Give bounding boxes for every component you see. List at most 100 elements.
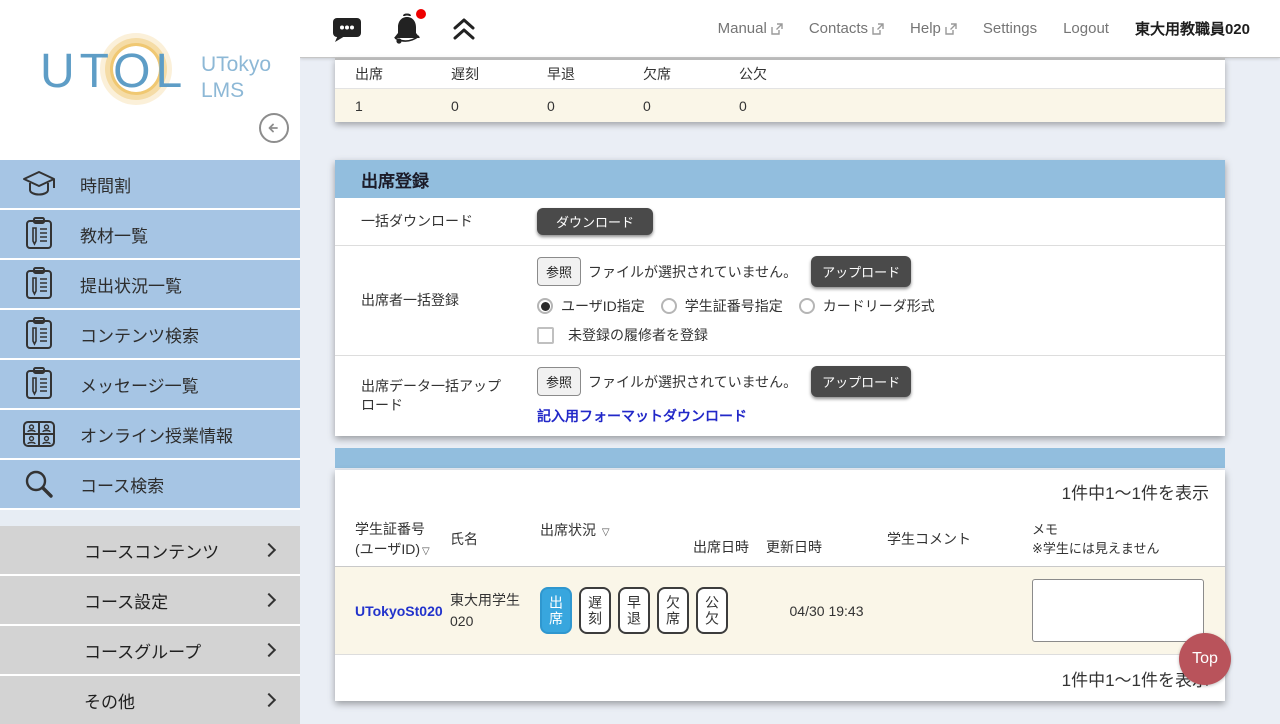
main-content: Manual Contacts Help Settings Logout 東大用… [300, 0, 1280, 720]
sidebar-item-others[interactable]: その他 [0, 676, 300, 724]
notification-bell-icon[interactable] [390, 12, 424, 46]
course-item-label: その他 [84, 688, 264, 713]
sidebar-item-label: メッセージ一覧 [80, 372, 199, 397]
sidebar-item-online-class-info[interactable]: オンライン授業情報 [0, 410, 300, 458]
sidebar-item-course-search[interactable]: コース検索 [0, 460, 300, 508]
bulk-download-label: 一括ダウンロード [335, 208, 537, 235]
column-status-label: 出席状況 ▽ [540, 521, 693, 541]
attendance-summary-table: 出席 遅刻 早退 欠席 公欠 1 0 0 0 0 [335, 58, 1225, 122]
course-item-label: コースコンテンツ [84, 538, 264, 563]
radio-user-id[interactable] [537, 298, 553, 314]
external-link-icon [771, 23, 783, 35]
data-bulk-upload-controls: 参照 ファイルが選択されていません。 アップロード 記入用フォーマットダウンロー… [537, 366, 1225, 426]
radio-student-number[interactable] [661, 298, 677, 314]
summary-header-early-leave: 早退 [527, 64, 623, 84]
sidebar: UTOL UTokyo LMS 時間割 教材一覧 提出状況一覧 コンテン [0, 0, 300, 720]
logout-link-label: Logout [1063, 20, 1109, 37]
attendee-bulk-label: 出席者一括登録 [335, 256, 537, 345]
browse-button[interactable]: 参照 [537, 367, 581, 396]
radio-user-id-label: ユーザID指定 [561, 296, 645, 316]
summary-value-late: 0 [431, 98, 527, 114]
status-button-attend[interactable]: 出席 [540, 587, 572, 634]
update-time-cell: 04/30 19:43 [766, 579, 887, 642]
scroll-to-top-button[interactable]: Top [1179, 633, 1231, 685]
sidebar-item-course-groups[interactable]: コースグループ [0, 626, 300, 674]
student-row: UTokyoSt020 東大用学生020 出席 遅刻 早退 欠席 公欠 04/3… [335, 567, 1225, 655]
clipboard-icon [20, 216, 58, 252]
logout-link[interactable]: Logout [1063, 20, 1109, 37]
logo-area: UTOL UTokyo LMS [0, 0, 300, 160]
sidebar-item-label: 提出状況一覧 [80, 272, 182, 297]
memo-textarea[interactable] [1032, 579, 1204, 642]
bulk-download-controls: ダウンロード [537, 208, 1225, 235]
clipboard-icon [20, 316, 58, 352]
bulk-download-row: 一括ダウンロード ダウンロード [335, 198, 1225, 246]
manual-link[interactable]: Manual [718, 20, 783, 37]
column-student-id[interactable]: 学生証番号 (ユーザID)▽ [335, 513, 450, 566]
status-button-early-leave[interactable]: 早退 [618, 587, 650, 634]
sidebar-collapse-button[interactable] [259, 113, 289, 143]
sidebar-item-label: コース検索 [80, 472, 164, 497]
format-download-link[interactable]: 記入用フォーマットダウンロード [537, 406, 747, 426]
topbar-icons [300, 12, 476, 46]
contacts-link[interactable]: Contacts [809, 20, 884, 37]
sidebar-item-materials[interactable]: 教材一覧 [0, 210, 300, 258]
register-unregistered-checkbox[interactable] [537, 327, 554, 344]
status-button-late[interactable]: 遅刻 [579, 587, 611, 634]
sidebar-item-label: 教材一覧 [80, 222, 148, 247]
help-link[interactable]: Help [910, 20, 957, 37]
upload-button[interactable]: アップロード [811, 366, 911, 397]
browse-button[interactable]: 参照 [537, 257, 581, 286]
summary-value-excused: 0 [719, 98, 815, 114]
column-name: 氏名 [450, 513, 540, 566]
sidebar-item-label: コンテンツ検索 [80, 322, 199, 347]
collapse-up-icon[interactable] [452, 16, 476, 42]
sidebar-item-submissions[interactable]: 提出状況一覧 [0, 260, 300, 308]
summary-value-early-leave: 0 [527, 98, 623, 114]
column-status[interactable]: 出席状況 ▽ [540, 513, 693, 566]
student-table-header-row: 学生証番号 (ユーザID)▽ 氏名 出席状況 ▽ 出席日時 更新日時 学生コメン… [335, 513, 1225, 567]
column-memo: メモ ※学生には見えません [1032, 513, 1225, 566]
sidebar-divider [0, 510, 300, 526]
chevron-right-icon [262, 543, 276, 557]
no-file-text: ファイルが選択されていません。 [588, 372, 797, 392]
summary-header-absent: 欠席 [623, 64, 719, 84]
radio-card-reader[interactable] [799, 298, 815, 314]
sidebar-item-course-settings[interactable]: コース設定 [0, 576, 300, 624]
sidebar-item-timetable[interactable]: 時間割 [0, 160, 300, 208]
sidebar-item-label: オンライン授業情報 [80, 422, 233, 447]
settings-link[interactable]: Settings [983, 20, 1037, 37]
search-icon [20, 466, 58, 502]
sort-down-icon[interactable]: ▽ [602, 527, 610, 538]
status-button-absent[interactable]: 欠席 [657, 587, 689, 634]
manual-link-label: Manual [718, 20, 767, 37]
attendee-bulk-controls: 参照 ファイルが選択されていません。 アップロード ユーザID指定 学生証番号指… [537, 256, 1225, 345]
panel-title: 出席登録 [335, 160, 1225, 198]
logo-subtitle: UTokyo LMS [201, 52, 271, 105]
sidebar-item-course-contents[interactable]: コースコンテンツ [0, 526, 300, 574]
clipboard-icon [20, 266, 58, 302]
attendee-bulk-row: 出席者一括登録 参照 ファイルが選択されていません。 アップロード ユーザID指… [335, 246, 1225, 356]
course-item-label: コース設定 [84, 588, 264, 613]
status-buttons-cell: 出席 遅刻 早退 欠席 公欠 [540, 579, 693, 642]
message-icon[interactable] [332, 15, 362, 43]
chevron-right-icon [262, 593, 276, 607]
student-comment-cell [887, 579, 1032, 642]
student-attendance-section: 1件中1〜1件を表示 学生証番号 (ユーザID)▽ 氏名 出席状況 ▽ 出席日時… [335, 448, 1225, 701]
logo-subtitle-line2: LMS [201, 78, 271, 104]
student-name: 東大用学生020 [450, 590, 540, 631]
summary-value-row: 1 0 0 0 0 [335, 89, 1225, 122]
column-update-time: 更新日時 [766, 513, 887, 566]
upload-button[interactable]: アップロード [811, 256, 911, 287]
arrow-left-icon [266, 120, 282, 136]
sort-down-icon[interactable]: ▽ [422, 546, 430, 557]
sidebar-item-messages[interactable]: メッセージ一覧 [0, 360, 300, 408]
attendance-register-panel: 出席登録 一括ダウンロード ダウンロード 出席者一括登録 参照 ファイルが選択さ… [335, 160, 1225, 436]
chevron-right-icon [262, 693, 276, 707]
student-id-link[interactable]: UTokyoSt020 [355, 603, 443, 619]
people-grid-icon [20, 416, 58, 452]
sidebar-item-content-search[interactable]: コンテンツ検索 [0, 310, 300, 358]
download-button[interactable]: ダウンロード [537, 208, 653, 235]
graduation-cap-icon [20, 166, 58, 202]
register-unregistered-label: 未登録の履修者を登録 [568, 325, 708, 345]
